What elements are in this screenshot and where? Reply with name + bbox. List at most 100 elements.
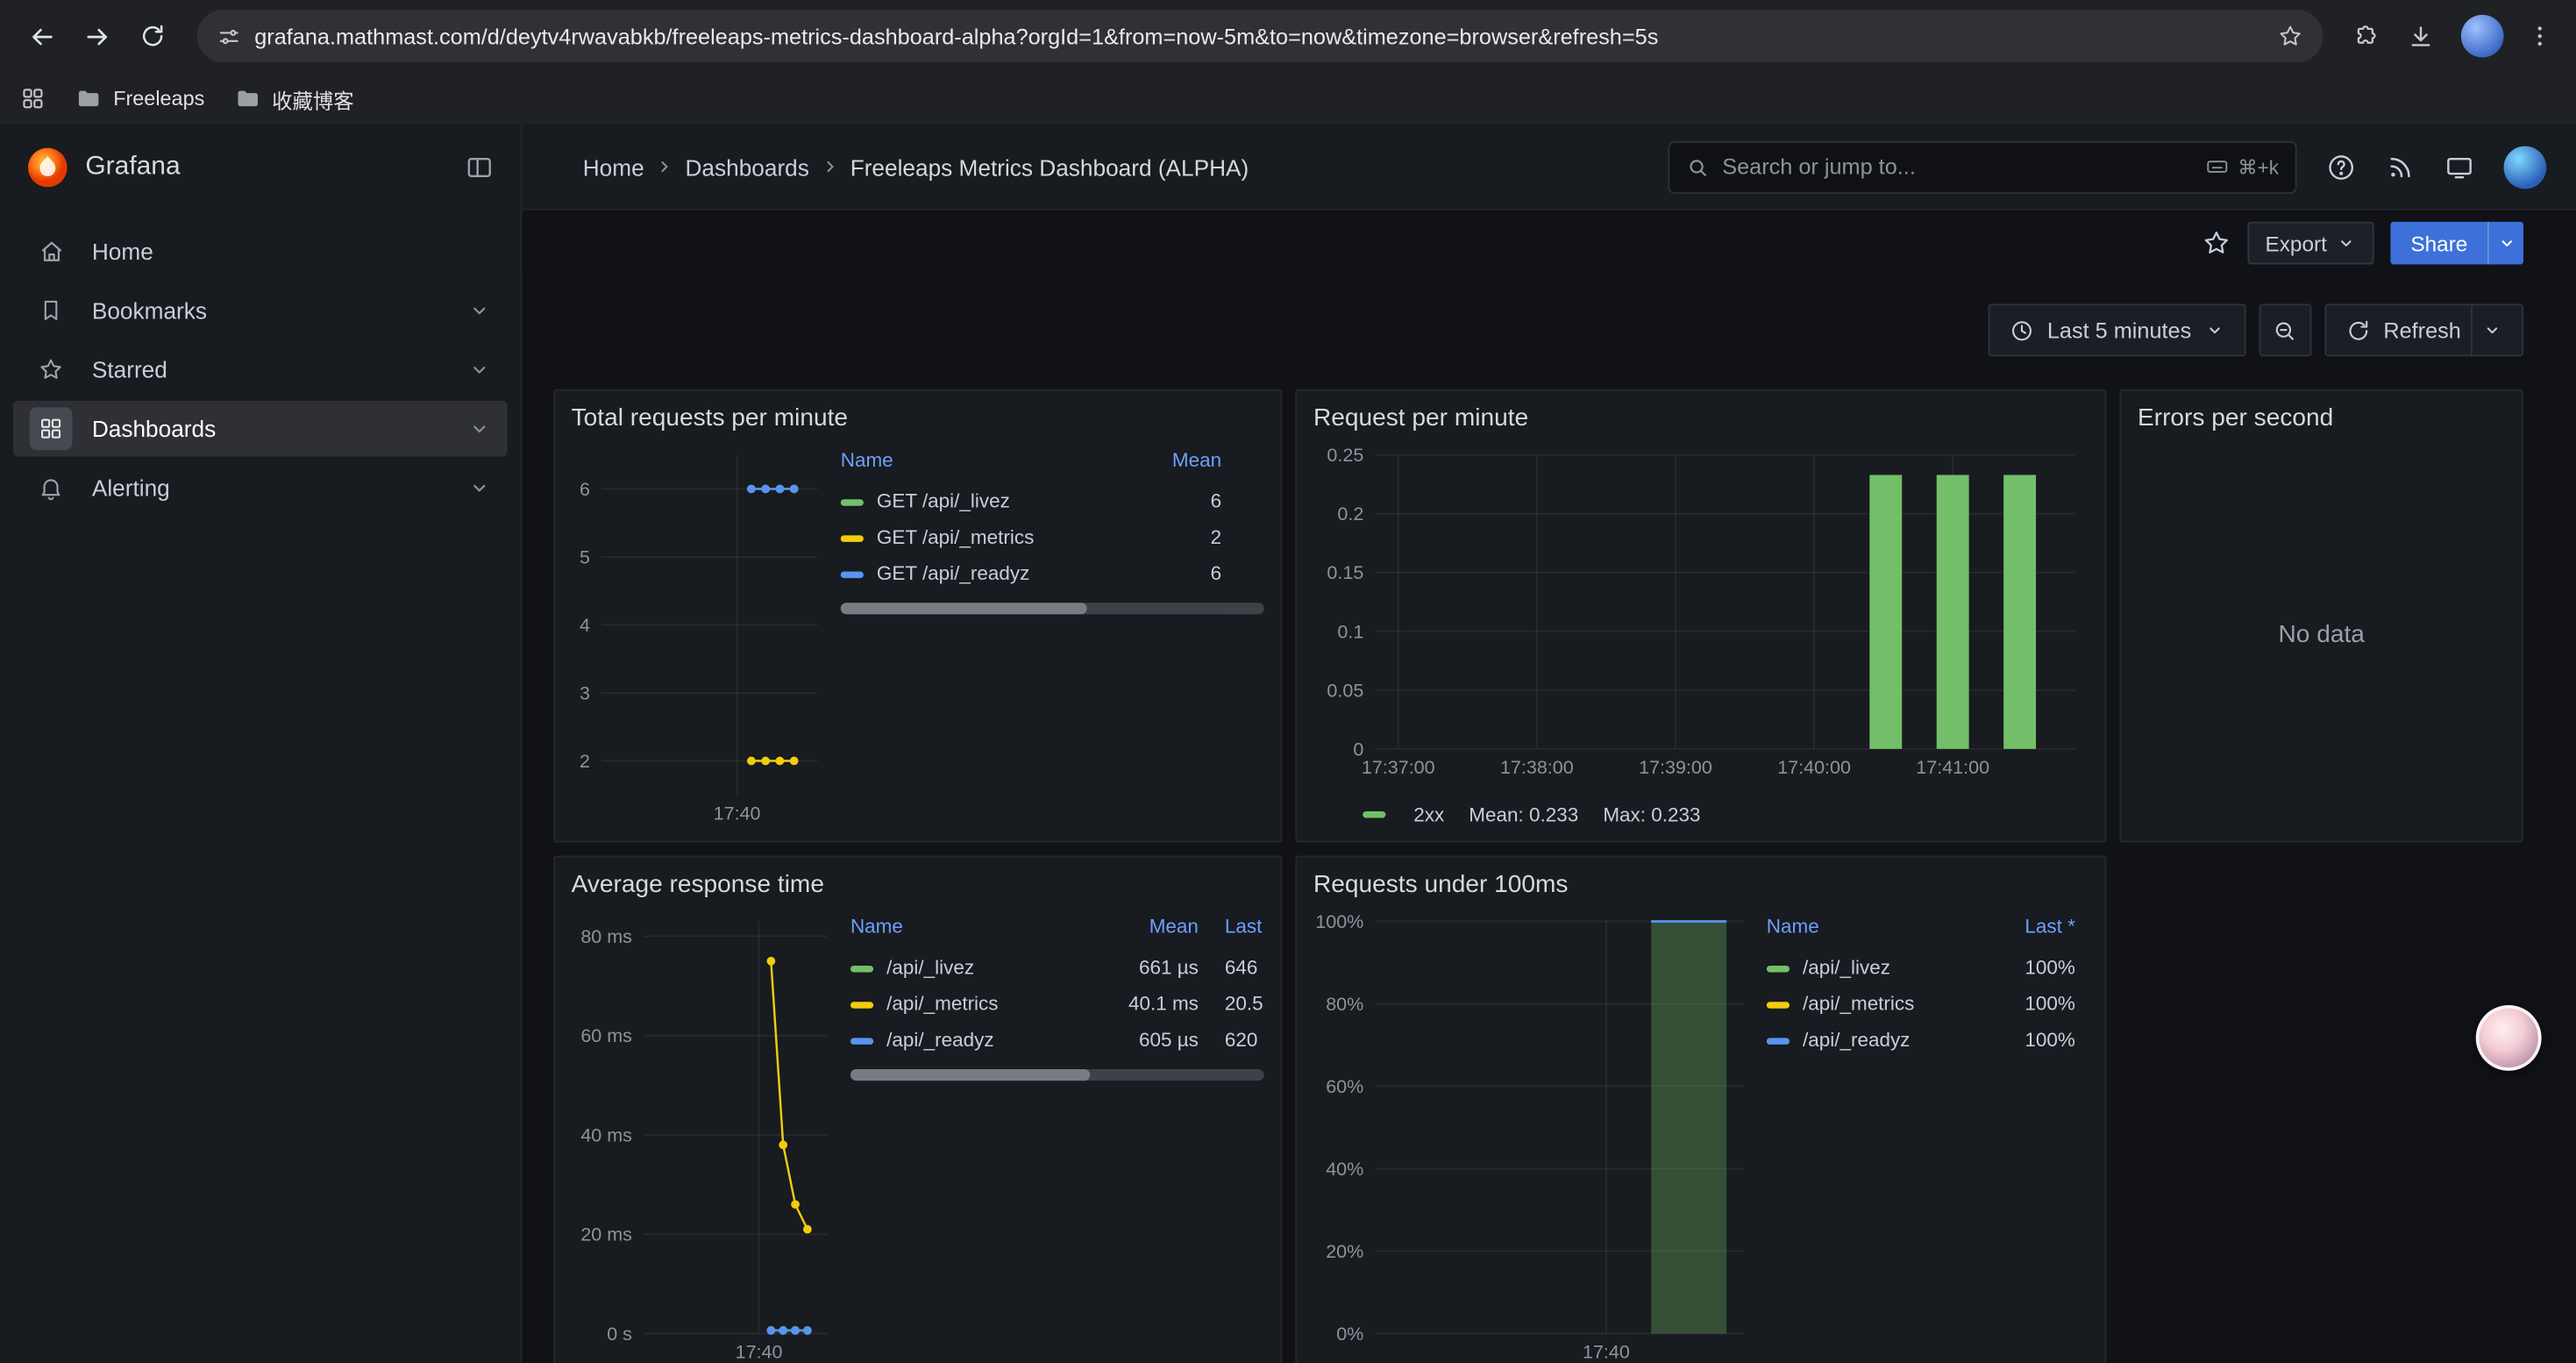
chevron-down-icon[interactable] [2482,320,2501,339]
legend-column-header[interactable]: Name [841,445,1100,482]
legend-request-per-minute[interactable]: 2xxMean: 0.233Max: 0.233 [1313,800,2089,836]
browser-profile-avatar[interactable] [2461,15,2504,58]
zoom-out-icon [2273,318,2297,342]
legend-column-header[interactable]: Name [850,911,1061,949]
legend-table: NameMeanLast */api/_livez661 µs646 µs/ap… [850,911,1264,1058]
series-value: 6 [1100,483,1222,519]
legend-row[interactable]: GET /api/_livez6 [841,483,1221,519]
folder-icon [75,85,102,111]
export-label: Export [2266,231,2327,255]
series-stat[interactable]: Mean: 0.233 [1469,803,1578,826]
svg-text:5: 5 [580,546,590,567]
series-value: 605 µs [1061,1022,1199,1058]
browser-forward-button[interactable] [72,11,121,61]
svg-text:80 ms: 80 ms [580,926,632,947]
sidebar-item-dashboards[interactable]: Dashboards [13,401,508,457]
downloads-icon[interactable] [2407,22,2435,50]
breadcrumb-dashboards[interactable]: Dashboards [686,153,809,180]
refresh-button[interactable]: Refresh [2324,303,2523,356]
legend-scrollbar-thumb[interactable] [841,603,1086,614]
legend-row[interactable]: /api/_readyz100% [1767,1022,2075,1058]
browser-reload-button[interactable] [128,11,177,61]
browser-menu-icon[interactable] [2527,23,2553,49]
svg-text:17:41:00: 17:41:00 [1916,757,1989,778]
sidebar-header: Grafana [0,125,521,210]
legend-requests-under-100ms[interactable]: NameLast */api/_livez100% /api/_metrics 10… [1767,908,2089,1363]
sidebar-item-home[interactable]: Home [13,224,508,280]
legend-row[interactable]: GET /api/_readyz6 [841,555,1221,591]
extensions-icon[interactable] [2352,22,2380,50]
svg-text:0.2: 0.2 [1337,503,1363,525]
sidebar-item-starred[interactable]: Starred [13,341,508,397]
legend-row[interactable]: /api/_livez100% [1767,949,2075,985]
panel-title[interactable]: Request per minute [1313,404,2089,432]
svg-text:0.1: 0.1 [1337,621,1363,642]
legend-item[interactable]: 2xxMean: 0.233Max: 0.233 [1313,803,2089,826]
legend-average-response-time[interactable]: NameMeanLast */api/_livez661 µs646 µs/ap… [850,908,1264,1363]
svg-text:0 s: 0 s [607,1324,632,1345]
export-button[interactable]: Export [2247,222,2374,265]
legend-row[interactable]: /api/_readyz605 µs620 µs [850,1022,1264,1058]
chevron-down-icon[interactable] [468,476,491,499]
rss-icon[interactable] [2386,152,2416,182]
help-icon[interactable] [2326,152,2356,182]
series-stat[interactable]: Max: 0.233 [1603,803,1700,826]
sidebar-item-bookmarks[interactable]: Bookmarks [13,282,508,339]
apps-grid-icon[interactable] [19,85,46,111]
browser-back-button[interactable] [17,11,66,61]
legend-column-header[interactable]: Mean [1061,911,1199,949]
chart-total-requests[interactable]: 2345617:40 [572,442,831,828]
url-bar[interactable]: grafana.mathmast.com/d/deytv4rwavabkb/fr… [197,10,2323,62]
svg-text:60%: 60% [1326,1076,1363,1097]
chevron-down-icon[interactable] [468,299,491,322]
time-range-label: Last 5 minutes [2047,318,2191,342]
legend-scrollbar[interactable] [850,1069,1264,1081]
bookmark-folder-freeleaps[interactable]: Freeleaps [75,85,204,111]
chevron-down-icon[interactable] [468,358,491,381]
svg-text:17:40: 17:40 [714,803,761,824]
legend-total-requests[interactable]: NameMeanGET /api/_livez6GET /api/_metric… [841,442,1264,828]
panel-title[interactable]: Average response time [572,870,1264,898]
panel-title[interactable]: Errors per second [2138,404,2505,432]
favorite-star-icon[interactable] [2201,228,2231,258]
sidebar-collapse-button[interactable] [465,153,495,182]
legend-scrollbar[interactable] [841,603,1264,614]
legend-column-header[interactable]: Mean [1100,445,1222,482]
series-swatch [1767,1002,1790,1008]
series-name: /api/_metrics [1803,992,1914,1015]
user-avatar[interactable] [2504,146,2547,189]
breadcrumb-home[interactable]: Home [583,153,644,180]
share-label[interactable]: Share [2391,222,2487,265]
svg-text:80%: 80% [1326,994,1363,1015]
time-range-picker[interactable]: Last 5 minutes [1988,303,2245,356]
floating-assistant-avatar[interactable] [2476,1005,2542,1071]
breadcrumb: Home Dashboards Freeleaps Metrics Dashbo… [583,153,1249,180]
legend-column-header[interactable]: Name [1767,911,1960,949]
legend-row[interactable]: GET /api/_metrics2 [841,519,1221,555]
legend-row[interactable]: /api/_metrics 100% [1767,986,2075,1022]
chart-requests-under-100ms[interactable]: 0%20%40%60%80%100%17:40 [1313,908,1757,1363]
sidebar-item-alerting[interactable]: Alerting [13,460,508,516]
legend-row[interactable]: /api/_livez661 µs646 µs [850,949,1264,985]
chevron-down-icon[interactable] [468,417,491,440]
bookmark-star-icon[interactable] [2277,23,2303,49]
zoom-out-button[interactable] [2259,303,2311,356]
sidebar-item-label: Dashboards [92,416,448,442]
legend-row[interactable]: /api/_metrics40.1 ms20.5 ms [850,986,1264,1022]
panel-title[interactable]: Requests under 100ms [1313,870,2089,898]
chevron-down-icon [2204,320,2224,339]
legend-table: NameMeanGET /api/_livez6GET /api/_metric… [841,445,1221,591]
panel-title[interactable]: Total requests per minute [572,404,1264,432]
chart-request-per-minute[interactable]: 00.050.10.150.20.2517:37:0017:38:0017:39… [1313,442,2089,790]
series-value: 100% [1960,986,2075,1022]
legend-column-header[interactable]: Last * [1199,911,1264,949]
share-menu-button[interactable] [2487,222,2523,265]
chart-average-response-time[interactable]: 0 s20 ms40 ms60 ms80 ms17:40 [572,908,841,1363]
tv-mode-icon[interactable] [2444,152,2474,182]
legend-column-header[interactable]: Last * [1960,911,2075,949]
site-settings-icon[interactable] [217,24,241,48]
legend-scrollbar-thumb[interactable] [850,1069,1091,1081]
bookmark-folder-blog[interactable]: 收藏博客 [234,83,354,115]
share-button[interactable]: Share [2391,222,2523,265]
search-input[interactable]: Search or jump to... ⌘+k [1668,140,2296,193]
